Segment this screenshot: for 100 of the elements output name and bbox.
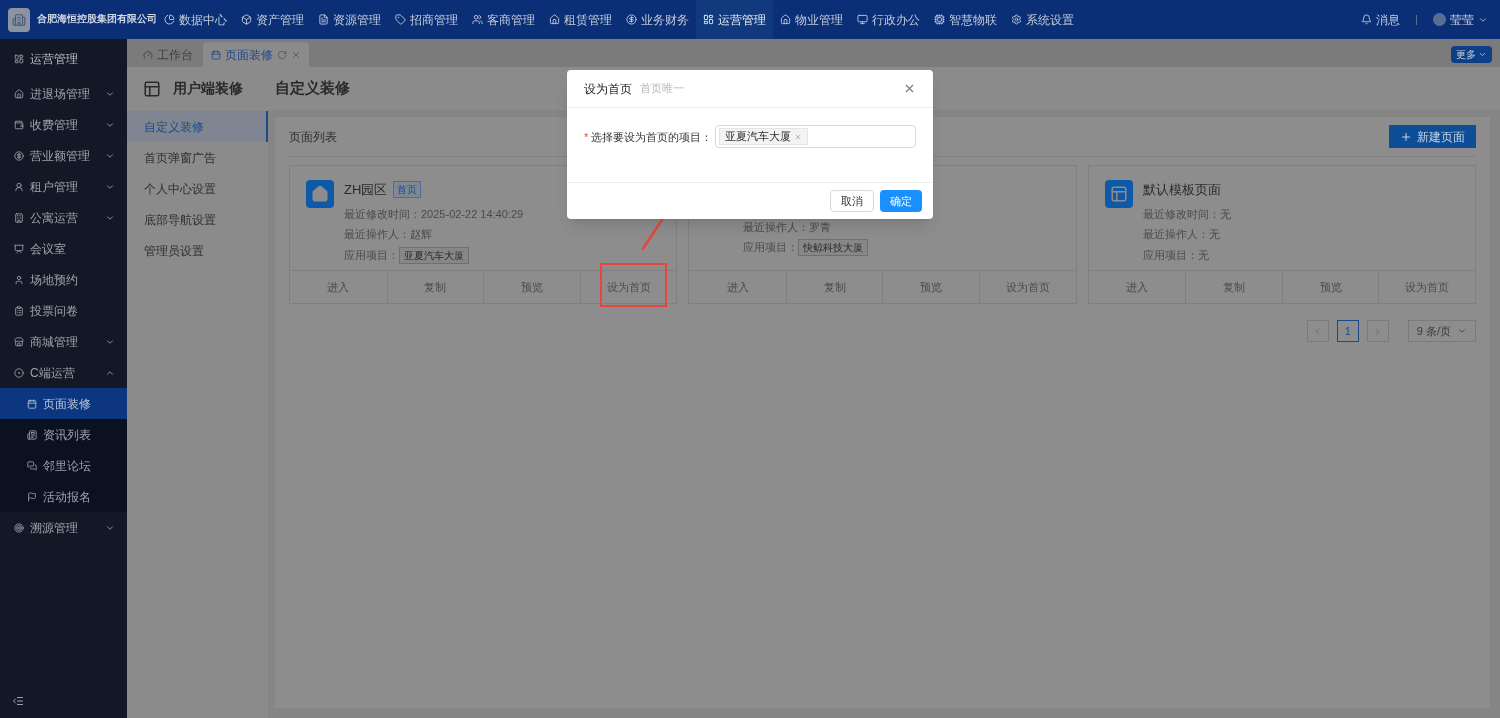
project-tag: 快鲸科技大厦 <box>798 239 869 256</box>
grid-icon <box>14 53 24 64</box>
panel-title: 页面列表 <box>289 128 337 146</box>
card-title: ZH园区 <box>344 181 388 199</box>
menu-icon <box>14 150 24 161</box>
cancel-button[interactable]: 取消 <box>830 190 874 212</box>
layout-icon <box>1104 180 1133 208</box>
nav-item[interactable]: 运营管理 <box>696 0 773 39</box>
sidebar-item[interactable]: 收费管理 <box>0 109 127 140</box>
nav-icon <box>780 14 791 25</box>
nav-item[interactable]: 数据中心 <box>157 0 234 39</box>
avatar-icon <box>1433 13 1446 26</box>
menu-icon <box>14 305 24 316</box>
nav-icon <box>395 14 406 25</box>
operator: 最近操作人：赵辉 <box>344 227 433 242</box>
bell-icon <box>1361 14 1372 25</box>
sidebar-item[interactable]: 营业额管理 <box>0 140 127 171</box>
user-menu[interactable]: 莹莹 <box>1433 10 1488 29</box>
menu-icon <box>14 181 24 192</box>
highlight-frame <box>600 263 667 307</box>
sidebar-item[interactable]: 会议室 <box>0 233 127 264</box>
project-tag: 亚夏汽车大厦 <box>399 246 469 264</box>
project-label: 应用项目： <box>743 240 799 256</box>
chevron-down-icon <box>1478 50 1487 59</box>
menu-icon <box>27 398 37 409</box>
nav-item[interactable]: 资源管理 <box>311 0 388 39</box>
submenu-item[interactable]: 首页弹窗广告 <box>127 142 268 173</box>
close-icon[interactable] <box>903 82 916 95</box>
dialog-title: 设为首页 <box>584 80 632 98</box>
sidebar-subitem[interactable]: 活动报名 <box>0 481 127 512</box>
modified-time: 最近修改时间：无 <box>1142 206 1231 222</box>
selected-tag: 亚夏汽车大厦 <box>719 128 809 145</box>
sidebar-item[interactable]: 投票问卷 <box>0 295 127 326</box>
nav-icon <box>1011 14 1022 25</box>
nav-icon <box>241 14 252 25</box>
nav-item[interactable]: 系统设置 <box>1004 0 1081 39</box>
operator: 最近操作人：无 <box>1142 227 1221 242</box>
sidebar-subitem[interactable]: 邻里论坛 <box>0 450 127 481</box>
sidebar-title: 运营管理 <box>30 50 78 68</box>
company-name: 合肥海恒控股集团有限公司 <box>37 12 157 27</box>
menu-icon <box>27 429 37 440</box>
nav-icon <box>549 14 560 25</box>
nav-item[interactable]: 资产管理 <box>234 0 311 39</box>
modified-time: 最近修改时间：2025-02-22 14:40:29 <box>344 206 524 222</box>
nav-icon <box>318 14 329 25</box>
nav-icon <box>934 14 945 25</box>
submenu-item[interactable]: 个人中心设置 <box>127 173 268 204</box>
page-size-select[interactable]: 9 条/页 <box>1407 320 1476 342</box>
sidebar-subitem[interactable]: 资讯列表 <box>0 419 127 450</box>
messages-button[interactable]: 消息 <box>1361 10 1400 29</box>
nav-item[interactable]: 客商管理 <box>465 0 542 39</box>
submenu-item[interactable]: 底部导航设置 <box>127 204 268 235</box>
more-button[interactable]: 更多 <box>1451 46 1492 63</box>
logo-icon <box>8 7 30 32</box>
field-label: 选择要设为首页的项目： <box>591 130 713 145</box>
section-title: 用户端装修 <box>173 79 243 98</box>
sidebar-item[interactable]: C端运营 <box>0 357 127 388</box>
remove-icon[interactable] <box>794 132 803 141</box>
nav-item[interactable]: 业务财务 <box>619 0 696 39</box>
menu-icon <box>14 367 24 378</box>
project-select[interactable]: 亚夏汽车大厦 <box>715 125 916 148</box>
card-title: 默认模板页面 <box>1142 181 1221 199</box>
submenu-item[interactable]: 管理员设置 <box>127 235 268 266</box>
nav-icon <box>164 14 175 25</box>
nav-icon <box>472 14 483 25</box>
nav-item[interactable]: 智慧物联 <box>927 0 1004 39</box>
sidebar-item[interactable]: 场地预约 <box>0 264 127 295</box>
house-icon <box>306 180 334 208</box>
collapse-icon[interactable] <box>12 695 24 707</box>
plus-icon <box>1400 130 1412 143</box>
sidebar-item[interactable]: 商城管理 <box>0 326 127 357</box>
nav-item[interactable]: 行政办公 <box>850 0 927 39</box>
menu-icon <box>27 460 37 471</box>
menu-icon <box>14 522 24 533</box>
sidebar-subitem[interactable]: 页面装修 <box>0 388 127 419</box>
sidebar-item[interactable]: 租户管理 <box>0 171 127 202</box>
menu-icon <box>14 274 24 285</box>
menu-icon <box>14 119 24 130</box>
gauge-icon <box>143 49 153 60</box>
layout-icon <box>143 79 161 98</box>
nav-icon <box>857 14 868 25</box>
nav-icon <box>626 14 637 25</box>
chevron-down-icon <box>1457 326 1467 336</box>
sidebar-item[interactable]: 进退场管理 <box>0 78 127 109</box>
nav-item[interactable]: 租赁管理 <box>542 0 619 39</box>
required-mark: * <box>584 130 589 145</box>
home-badge: 首页 <box>393 181 422 199</box>
menu-icon <box>14 336 24 347</box>
close-icon[interactable] <box>291 49 301 60</box>
new-page-button[interactable]: 新建页面 <box>1389 125 1476 148</box>
menu-icon <box>27 491 37 502</box>
sidebar-item[interactable]: 公寓运营 <box>0 202 127 233</box>
nav-item[interactable]: 物业管理 <box>773 0 850 39</box>
nav-item[interactable]: 招商管理 <box>388 0 465 39</box>
calendar-icon <box>211 49 221 60</box>
refresh-icon[interactable] <box>277 49 287 60</box>
project-label: 应用项目： <box>344 247 399 263</box>
sidebar-item[interactable]: 溯源管理 <box>0 512 127 543</box>
project-label: 应用项目：无 <box>1142 247 1209 263</box>
menu-icon <box>14 88 24 99</box>
